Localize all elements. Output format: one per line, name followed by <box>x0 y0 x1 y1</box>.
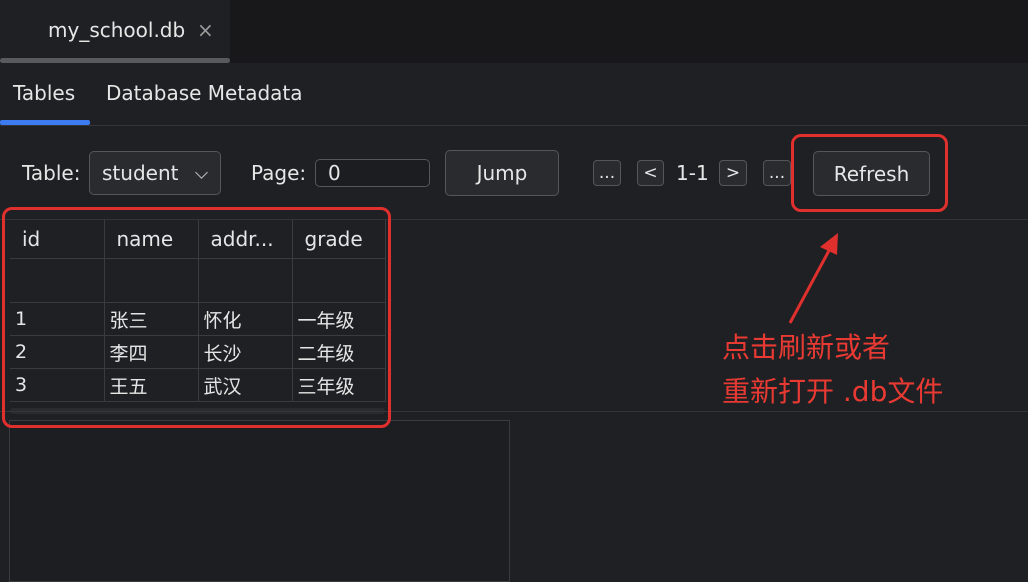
page-input[interactable]: 0 <box>315 159 430 187</box>
table-label: Table: <box>22 161 81 185</box>
page-range: 1-1 <box>676 161 709 185</box>
annotation-text-line2: 重新打开 .db文件 <box>722 375 944 408</box>
table-highlight-box <box>2 207 391 428</box>
annotation-text-line1: 点击刷新或者 <box>722 331 891 364</box>
tab-tables[interactable]: Tables <box>13 81 75 105</box>
refresh-highlight-box <box>791 134 948 212</box>
next-page-button[interactable]: > <box>719 160 747 186</box>
detail-panel <box>9 420 510 582</box>
page-label: Page: <box>251 161 307 185</box>
first-page-button[interactable]: ... <box>593 160 621 186</box>
last-page-button[interactable]: ... <box>763 160 791 186</box>
prev-page-button[interactable]: < <box>637 160 664 186</box>
file-tab-title: my_school.db <box>48 18 186 42</box>
view-tabs: Tables Database Metadata <box>0 63 1028 126</box>
file-tab[interactable]: my_school.db × <box>0 0 230 63</box>
chevron-down-icon <box>195 166 208 179</box>
annotation-arrow <box>788 233 838 324</box>
table-select-value: student <box>102 161 179 185</box>
table-select[interactable]: student <box>89 151 221 195</box>
tab-database-metadata[interactable]: Database Metadata <box>106 81 303 105</box>
close-icon[interactable]: × <box>197 18 214 42</box>
active-subtab-underline <box>0 120 90 125</box>
file-tab-bar: my_school.db × <box>0 0 1028 63</box>
jump-button[interactable]: Jump <box>445 150 559 196</box>
